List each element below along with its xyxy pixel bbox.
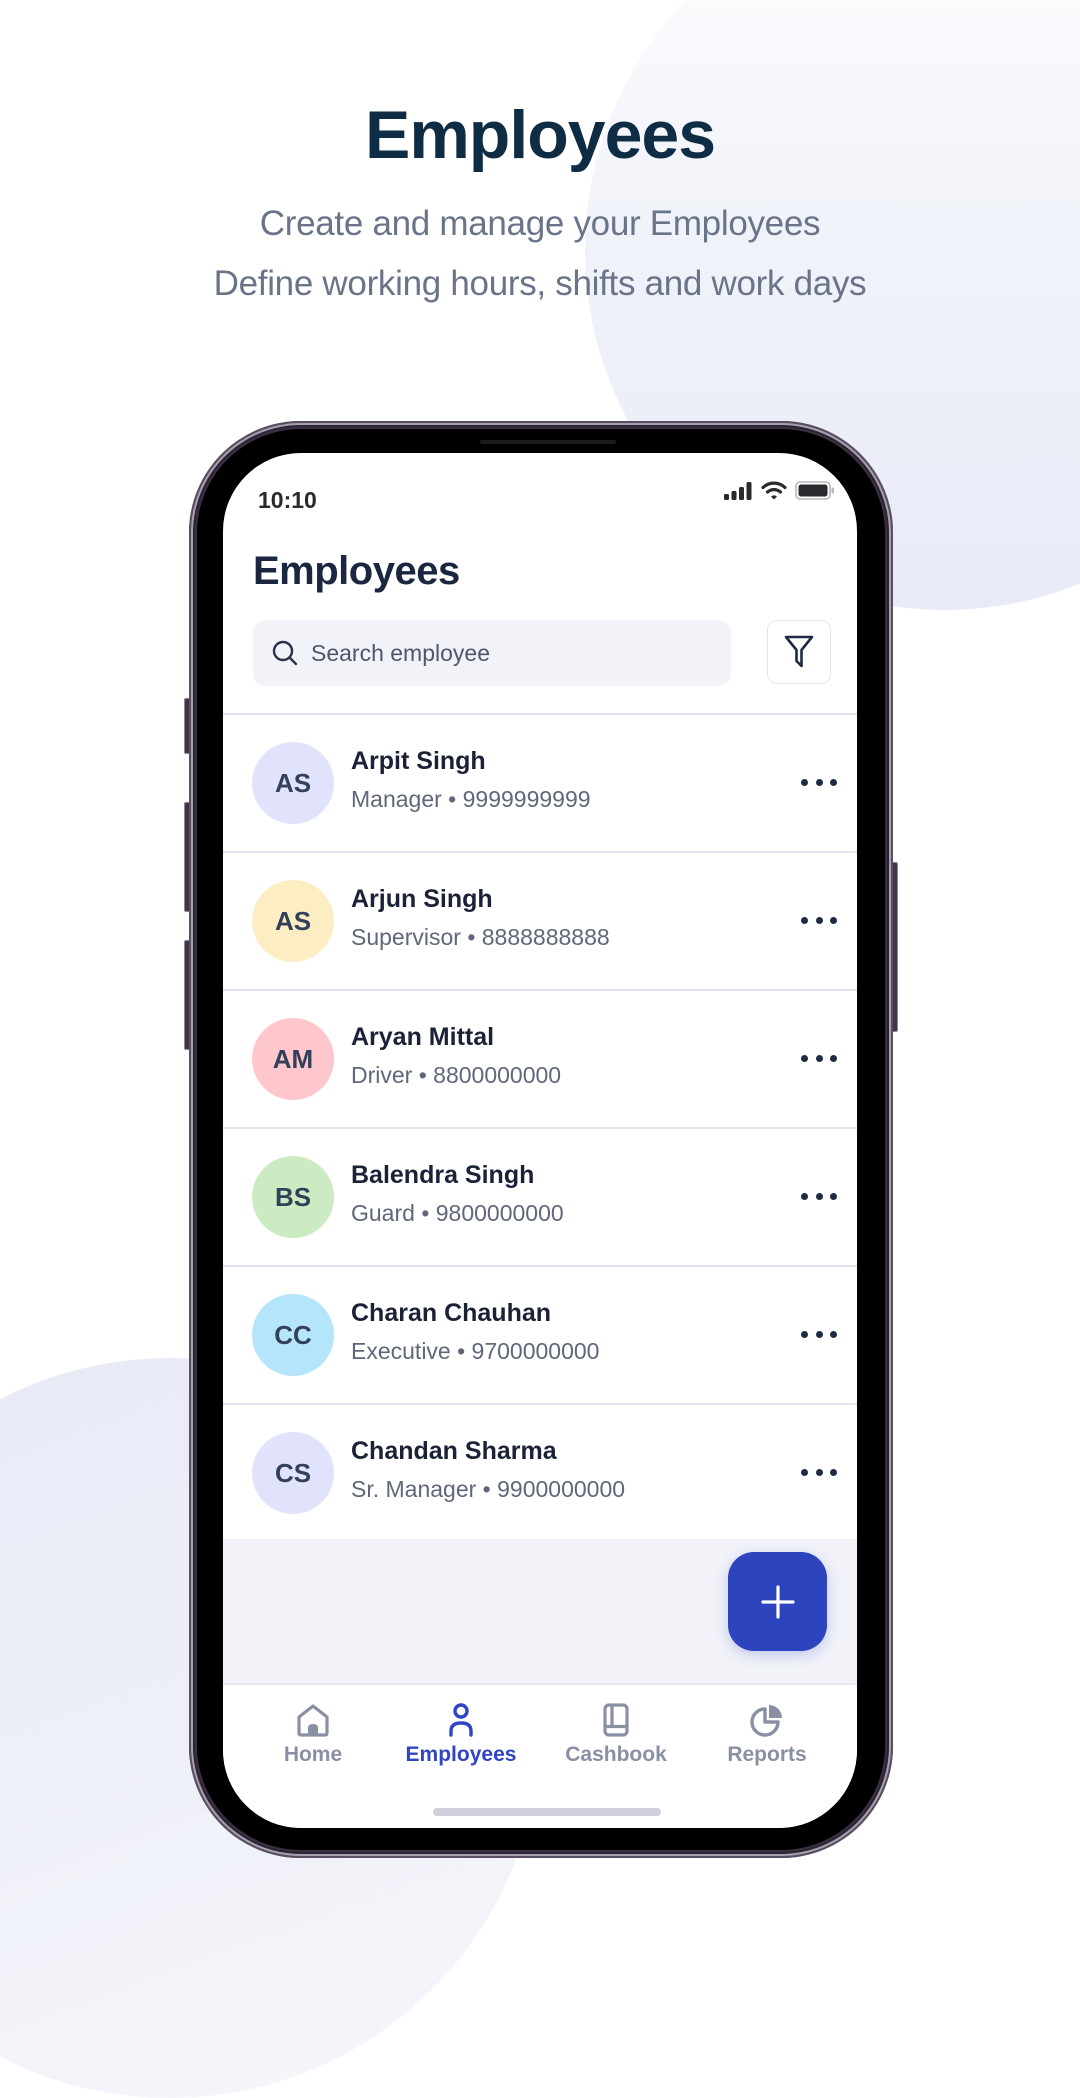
- employee-name: Charan Chauhan: [351, 1299, 552, 1327]
- filter-button[interactable]: [767, 620, 831, 684]
- more-options-button[interactable]: [801, 1457, 837, 1487]
- employee-role-phone: Sr. Manager • 9900000000: [351, 1476, 626, 1502]
- avatar: BS: [252, 1156, 334, 1238]
- employee-role-phone: Guard • 9800000000: [351, 1200, 564, 1226]
- more-dots-icon: [801, 916, 808, 924]
- nav-label: Reports: [727, 1743, 807, 1766]
- avatar-initials: AS: [274, 767, 312, 798]
- hero-title: Employees: [364, 97, 716, 173]
- employee-role-phone: Supervisor • 8888888888: [351, 924, 610, 950]
- nav-item-employees[interactable]: Employees: [386, 1703, 536, 1767]
- employee-row[interactable]: AM Aryan Mittal Driver • 8800000000: [223, 991, 857, 1129]
- avatar-initials: CC: [274, 1319, 312, 1350]
- employee-name: Aryan Mittal: [351, 1023, 495, 1051]
- avatar: AS: [252, 742, 334, 824]
- employee-row[interactable]: AS Arjun Singh Supervisor • 8888888888: [223, 853, 857, 991]
- battery-icon: [795, 481, 834, 500]
- wifi-icon: [761, 481, 787, 500]
- avatar-initials: CS: [274, 1457, 312, 1488]
- more-options-button[interactable]: [801, 1319, 837, 1349]
- more-dots-icon: [801, 1054, 808, 1062]
- book-icon: [603, 1703, 629, 1737]
- more-dots-icon: [801, 1192, 808, 1200]
- nav-label: Cashbook: [565, 1743, 667, 1766]
- employee-role-phone: Driver • 8800000000: [351, 1062, 562, 1088]
- employee-name: Arpit Singh: [351, 747, 486, 775]
- nav-item-cashbook[interactable]: Cashbook: [541, 1703, 691, 1767]
- nav-label: Employees: [405, 1743, 517, 1766]
- signal-icon: [724, 481, 752, 500]
- employee-name: Chandan Sharma: [351, 1437, 557, 1465]
- search-input[interactable]: [309, 638, 713, 668]
- hero-subtitle-line-1: Create and manage your Employees: [259, 204, 821, 243]
- add-employee-button[interactable]: [728, 1552, 827, 1651]
- more-dots-icon: [801, 1330, 808, 1338]
- hero-subtitle-line-2: Define working hours, shifts and work da…: [213, 264, 867, 303]
- filter-funnel-icon: [784, 635, 814, 668]
- phone-speaker: [480, 440, 616, 444]
- nav-item-home[interactable]: Home: [238, 1703, 388, 1767]
- avatar-initials: BS: [274, 1181, 312, 1212]
- more-dots-icon: [801, 1468, 808, 1476]
- avatar-initials: AM: [272, 1043, 314, 1074]
- employee-row[interactable]: CC Charan Chauhan Executive • 9700000000: [223, 1267, 857, 1405]
- avatar: AS: [252, 880, 334, 962]
- nav-label: Home: [283, 1743, 343, 1766]
- avatar: CC: [252, 1294, 334, 1376]
- avatar-initials: AS: [274, 905, 312, 936]
- more-dots-icon: [801, 778, 808, 786]
- plus-icon: [760, 1584, 795, 1619]
- pie-chart-icon: [750, 1705, 782, 1737]
- person-icon: [449, 1703, 473, 1737]
- more-options-button[interactable]: [801, 1181, 837, 1211]
- home-icon: [297, 1704, 329, 1737]
- nav-item-reports[interactable]: Reports: [692, 1703, 842, 1767]
- employee-row[interactable]: CS Chandan Sharma Sr. Manager • 99000000…: [223, 1405, 857, 1543]
- employee-role-phone: Manager • 9999999999: [351, 786, 591, 812]
- home-indicator: [433, 1808, 661, 1816]
- phone-screen: 10:10 Employees Search employee AS Arpit…: [223, 453, 857, 1828]
- more-options-button[interactable]: [801, 905, 837, 935]
- more-options-button[interactable]: [801, 767, 837, 797]
- employee-role-phone: Executive • 9700000000: [351, 1338, 600, 1364]
- search-bar[interactable]: [253, 620, 731, 686]
- employee-row[interactable]: BS Balendra Singh Guard • 9800000000: [223, 1129, 857, 1267]
- avatar: AM: [252, 1018, 334, 1100]
- bottom-nav: Home Employees Cashbook Reports: [223, 1683, 857, 1828]
- status-icons: [723, 481, 835, 500]
- search-icon: [272, 640, 298, 666]
- employee-list: AS Arpit Singh Manager • 9999999999 AS A…: [223, 713, 857, 1543]
- status-time: 10:10: [258, 487, 317, 513]
- employee-name: Arjun Singh: [351, 885, 493, 913]
- phone-frame: 10:10 Employees Search employee AS Arpit…: [189, 421, 893, 1858]
- page-title: Employees: [253, 549, 460, 593]
- employee-name: Balendra Singh: [351, 1161, 535, 1189]
- avatar: CS: [252, 1432, 334, 1514]
- employee-row[interactable]: AS Arpit Singh Manager • 9999999999: [223, 715, 857, 853]
- more-options-button[interactable]: [801, 1043, 837, 1073]
